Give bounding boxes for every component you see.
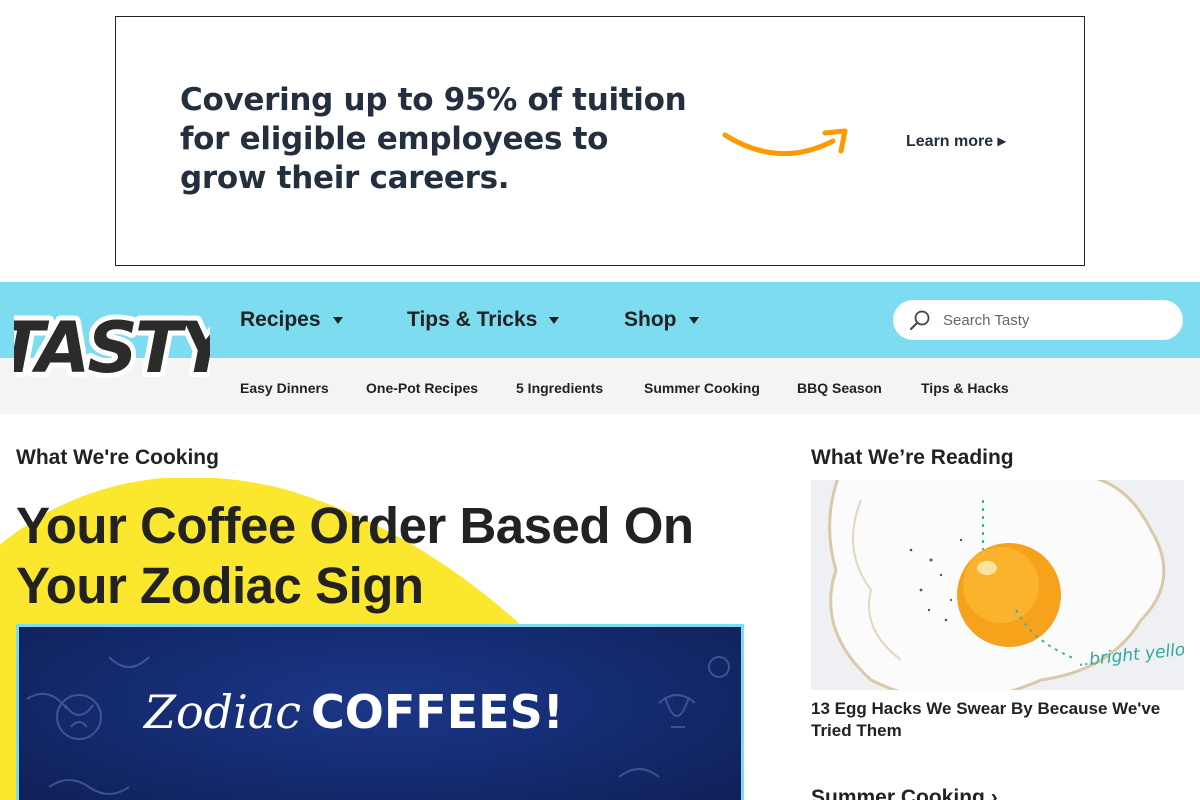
subnav-tips-and-hacks[interactable]: Tips & Hacks [921,380,1009,396]
chevron-down-icon [549,316,560,324]
feature-article-title[interactable]: Your Coffee Order Based On Your Zodiac S… [16,496,776,616]
subnav-summer-cooking[interactable]: Summer Cooking [644,380,760,396]
nav-shop-label: Shop [624,308,677,331]
search-input[interactable] [943,311,1163,329]
ad-headline: Covering up to 95% of tuition for eligib… [180,82,687,196]
section-title-reading: What We’re Reading [811,446,1014,469]
nav-recipes-label: Recipes [240,308,321,331]
nav-tips-and-tricks[interactable]: Tips & Tricks [407,308,560,332]
subnav-easy-dinners[interactable]: Easy Dinners [240,380,329,396]
chevron-down-icon [332,316,343,324]
summer-cooking-link[interactable]: Summer Cooking › [811,786,998,800]
subnav-one-pot-recipes[interactable]: One-Pot Recipes [366,380,478,396]
chevron-down-icon [688,316,699,324]
subnav-5-ingredients[interactable]: 5 Ingredients [516,380,603,396]
nav-tips-label: Tips & Tricks [407,308,538,331]
section-title-cooking: What We're Cooking [16,446,219,469]
amazon-smile-logo [722,128,848,157]
coffees-word: COFFEES! [311,685,564,739]
search-icon [910,310,930,330]
logo-text: TASTY [14,307,210,389]
feature-article-image[interactable]: Zodiac COFFEES! [16,624,744,800]
fried-egg-illustration: ..bright yellow, runny yolk [811,480,1184,690]
advertisement-banner[interactable]: Covering up to 95% of tuition for eligib… [115,16,1085,266]
ad-learn-more-link[interactable]: Learn more ▸ [906,131,1006,151]
tasty-logo[interactable]: TASTY [14,292,210,398]
nav-recipes[interactable]: Recipes [240,308,343,332]
feature-image-text: Zodiac COFFEES! [144,685,564,739]
egg-article-title[interactable]: 13 Egg Hacks We Swear By Because We've T… [811,698,1184,742]
nav-shop[interactable]: Shop [624,308,699,332]
zodiac-word: Zodiac [144,685,302,739]
egg-article-image[interactable]: ..bright yellow, runny yolk [811,480,1184,690]
subnav-bbq-season[interactable]: BBQ Season [797,380,882,396]
search-box[interactable] [893,300,1183,340]
